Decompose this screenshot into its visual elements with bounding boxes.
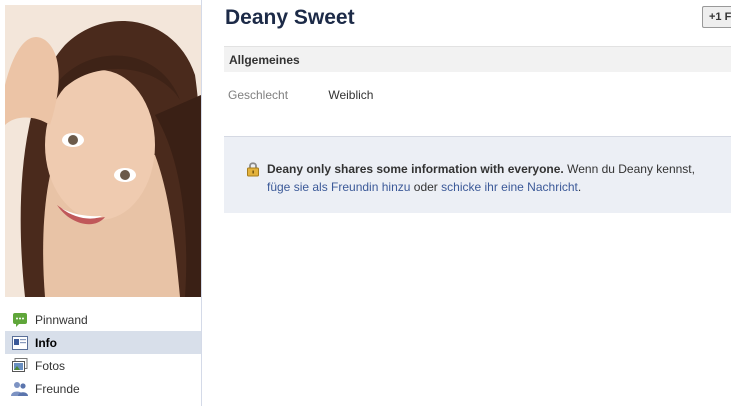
main-content: Deany Sweet +1 Freund Allgemeines Geschl… <box>224 0 731 406</box>
privacy-line-1: Deany only shares some information with … <box>244 160 731 178</box>
nav-item-friends[interactable]: Freunde <box>5 377 201 400</box>
nav-item-photos[interactable]: Fotos <box>5 354 201 377</box>
profile-photo-image <box>5 5 201 297</box>
add-friend-button[interactable]: +1 Freund <box>702 6 731 28</box>
nav-item-label: Info <box>35 335 57 350</box>
privacy-end: . <box>577 180 582 194</box>
profile-photo[interactable] <box>5 5 201 297</box>
friends-icon <box>11 381 29 397</box>
left-column: Pinnwand Info Fotos Freunde <box>0 0 202 406</box>
send-message-link[interactable]: schicke ihr eine Nachricht <box>441 180 578 194</box>
nav-item-wall[interactable]: Pinnwand <box>5 308 201 331</box>
privacy-text: Wenn du Deany kennst, <box>567 162 695 176</box>
photos-icon <box>11 358 29 374</box>
privacy-bold-text: Deany only shares some information with … <box>267 162 564 176</box>
privacy-connector: oder <box>413 180 438 194</box>
nav-item-label: Fotos <box>35 358 66 373</box>
info-icon <box>11 335 29 351</box>
lock-icon <box>245 161 263 177</box>
add-as-friend-link[interactable]: füge sie als Freundin hinzu <box>267 180 410 194</box>
profile-nav: Pinnwand Info Fotos Freunde <box>5 308 201 400</box>
nav-item-info[interactable]: Info <box>5 331 201 354</box>
profile-name: Deany Sweet <box>225 6 355 29</box>
info-row-gender: Geschlecht Weiblich <box>228 88 373 102</box>
section-title-basic-info: Allgemeines <box>224 46 731 72</box>
privacy-line-2: füge sie als Freundin hinzu oder schicke… <box>244 178 731 196</box>
info-label: Geschlecht <box>228 88 289 102</box>
nav-item-label: Pinnwand <box>35 312 88 327</box>
info-value: Weiblich <box>328 88 374 102</box>
privacy-notice: Deany only shares some information with … <box>224 136 731 213</box>
wall-icon <box>11 312 29 328</box>
nav-item-label: Freunde <box>35 381 80 396</box>
